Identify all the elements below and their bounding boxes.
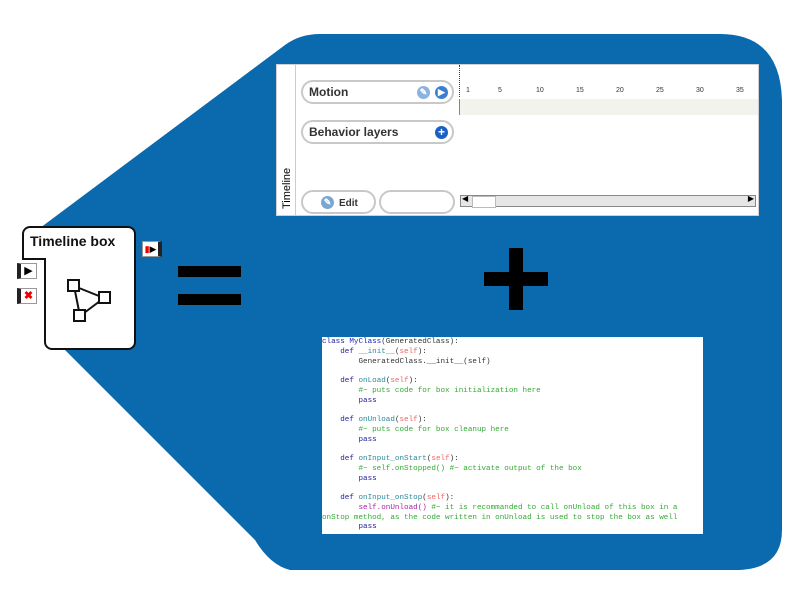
- code-token: (GeneratedClass):: [381, 338, 459, 346]
- code-token: ):: [408, 377, 418, 385]
- code-token: ):: [445, 494, 455, 502]
- code-token: onInput_onStart: [358, 455, 427, 463]
- equals-sign: [178, 294, 241, 305]
- timeline-label: Timeline: [281, 167, 293, 209]
- code-token: self: [390, 377, 409, 385]
- playhead[interactable]: [459, 65, 460, 97]
- tick: 20: [616, 87, 624, 94]
- code-token: def: [322, 347, 359, 356]
- edit-button[interactable]: ✎ Edit: [301, 190, 376, 214]
- code-token: MyClass: [349, 338, 382, 346]
- motion-layer[interactable]: Motion ✎ ▶: [301, 80, 454, 104]
- plus-sign: [509, 248, 523, 310]
- code-token: def: [322, 377, 359, 385]
- code-line: def onUnload(self):: [322, 416, 703, 426]
- tick: 15: [576, 87, 584, 94]
- stopped-output-icon: ▮: [144, 244, 150, 254]
- tick: 10: [536, 87, 544, 94]
- empty-button[interactable]: [379, 190, 455, 214]
- code-token: onUnload: [358, 416, 395, 424]
- tick: 5: [498, 87, 502, 94]
- diagram-icon: [67, 279, 111, 322]
- play-icon: ▶: [24, 265, 33, 277]
- code-token: self: [431, 455, 450, 463]
- code-line: #~ puts code for box cleanup here: [322, 426, 703, 436]
- stop-x-icon: ✖: [23, 290, 34, 302]
- code-line: self.onUnload() #~ it is recommanded to …: [322, 504, 703, 514]
- code-token: pass: [322, 474, 377, 483]
- code-token: self: [399, 347, 418, 356]
- code-token: pass: [322, 523, 377, 532]
- motion-label: Motion: [309, 85, 349, 99]
- code-token: ):: [449, 455, 459, 463]
- motion-track[interactable]: [459, 99, 758, 115]
- code-token: onLoad: [358, 377, 386, 385]
- code-token: GeneratedClass.__init__(self): [322, 357, 491, 366]
- code-token: #~ puts code for box initialization here: [322, 386, 541, 395]
- play-icon[interactable]: ▶: [435, 86, 448, 99]
- code-line: onStop method, as the code written in on…: [322, 514, 703, 524]
- code-line: #~ puts code for box initialization here: [322, 387, 703, 397]
- box-title: Timeline box: [30, 233, 116, 249]
- timeline-side-tab[interactable]: Timeline: [277, 65, 296, 215]
- python-code-editor[interactable]: class MyClass(GeneratedClass): def __ini…: [322, 337, 703, 534]
- code-token: #~ puts code for box cleanup here: [322, 425, 509, 434]
- code-token: #~ self.onStopped() #~ activate output o…: [322, 464, 582, 473]
- onstart-input-port[interactable]: ▶: [17, 263, 37, 279]
- code-token: pass: [322, 435, 377, 444]
- code-token: onInput_onStop: [358, 494, 423, 502]
- add-layer-icon[interactable]: +: [435, 126, 448, 139]
- code-line: def onLoad(self):: [322, 377, 703, 387]
- code-token: class: [322, 338, 350, 346]
- code-line: pass: [322, 397, 703, 407]
- code-line: def __init__(self):: [322, 348, 703, 358]
- code-line: pass: [322, 523, 703, 533]
- code-token: __init__: [358, 347, 395, 356]
- code-token: def: [322, 494, 359, 502]
- behavior-layers-label: Behavior layers: [309, 125, 399, 139]
- code-line: GeneratedClass.__init__(self): [322, 358, 703, 368]
- edit-icon: ✎: [321, 196, 334, 209]
- onstopped-output-port[interactable]: ▮▶: [142, 241, 162, 257]
- code-token: ):: [417, 347, 427, 356]
- code-token: def: [322, 455, 359, 463]
- scroll-left-icon[interactable]: ◀: [462, 194, 468, 203]
- onstop-input-port[interactable]: ✖: [17, 288, 37, 304]
- code-token: self: [399, 416, 418, 424]
- tick: 25: [656, 87, 664, 94]
- code-token: self.onUnload(): [322, 503, 427, 512]
- tick: 30: [696, 87, 704, 94]
- code-line: pass: [322, 436, 703, 446]
- code-token: self: [426, 494, 446, 502]
- code-token: #~ it is recommanded to call onUnload of…: [426, 503, 678, 512]
- equals-sign: [178, 266, 241, 277]
- code-line: def onInput_onStop(self):: [322, 494, 703, 504]
- scroll-right-icon[interactable]: ▶: [748, 194, 754, 203]
- tick: 35: [736, 87, 744, 94]
- behavior-layers[interactable]: Behavior layers +: [301, 120, 454, 144]
- code-token: pass: [322, 396, 377, 405]
- code-line: pass: [322, 475, 703, 485]
- code-line: def onInput_onStart(self):: [322, 455, 703, 465]
- timeline-panel: Timeline Motion ✎ ▶ Behavior layers + ✎ …: [276, 64, 759, 216]
- code-line: class MyClass(GeneratedClass):: [322, 338, 703, 348]
- code-token: ):: [417, 416, 427, 424]
- code-token: onStop method, as the code written in on…: [322, 513, 678, 522]
- edit-label: Edit: [339, 198, 358, 209]
- edit-pencil-icon[interactable]: ✎: [417, 86, 430, 99]
- tick: 1: [466, 87, 470, 94]
- horizontal-scrollbar[interactable]: ◀ ▶: [460, 194, 756, 208]
- code-line: #~ self.onStopped() #~ activate output o…: [322, 465, 703, 475]
- scroll-thumb[interactable]: [472, 196, 496, 208]
- code-token: def: [322, 416, 359, 424]
